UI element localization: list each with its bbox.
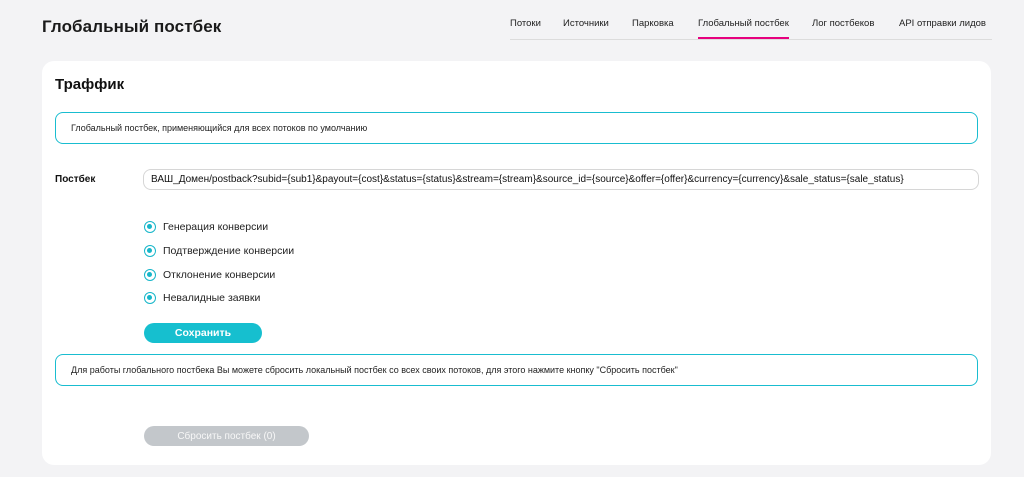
option-label: Подтверждение конверсии: [163, 245, 295, 257]
tab-global-postback[interactable]: Глобальный постбек: [698, 18, 789, 39]
option-conversion-generation[interactable]: Генерация конверсии: [144, 220, 268, 234]
tab-postback-log[interactable]: Лог постбеков: [812, 18, 874, 29]
option-conversion-reject[interactable]: Отклонение конверсии: [144, 268, 275, 282]
tab-lead-api[interactable]: API отправки лидов: [899, 18, 986, 29]
postback-url-input[interactable]: [143, 169, 979, 190]
option-invalid-leads[interactable]: Невалидные заявки: [144, 291, 260, 305]
page: Глобальный постбек Потоки Источники Парк…: [0, 0, 1024, 477]
tab-streams[interactable]: Потоки: [510, 18, 541, 29]
traffic-card: Траффик Глобальный постбек, применяющийс…: [42, 61, 991, 465]
save-button[interactable]: Сохранить: [144, 323, 262, 343]
radio-checked-icon[interactable]: [144, 292, 156, 304]
tab-sources[interactable]: Источники: [563, 18, 609, 29]
radio-checked-icon[interactable]: [144, 221, 156, 233]
tab-bar: Потоки Источники Парковка Глобальный пос…: [510, 10, 992, 40]
page-title: Глобальный постбек: [42, 17, 222, 36]
tab-parking[interactable]: Парковка: [632, 18, 674, 29]
info-box-reset: Для работы глобального постбека Вы может…: [55, 354, 978, 386]
radio-checked-icon[interactable]: [144, 245, 156, 257]
option-label: Невалидные заявки: [163, 292, 261, 304]
info-box-default: Глобальный постбек, применяющийся для вс…: [55, 112, 978, 144]
postback-label: Постбек: [55, 174, 96, 185]
option-label: Генерация конверсии: [163, 221, 269, 233]
reset-postback-button[interactable]: Сбросить постбек (0): [144, 426, 309, 446]
radio-checked-icon[interactable]: [144, 269, 156, 281]
card-title: Траффик: [55, 76, 125, 93]
option-label: Отклонение конверсии: [163, 269, 276, 281]
option-conversion-confirm[interactable]: Подтверждение конверсии: [144, 244, 294, 258]
